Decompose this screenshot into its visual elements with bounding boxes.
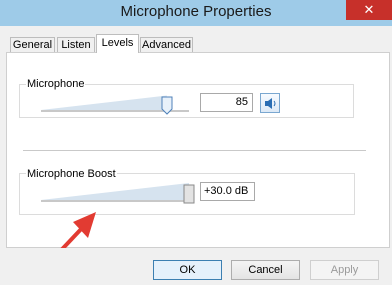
tab-listen[interactable]: Listen bbox=[57, 37, 95, 52]
close-button[interactable]: ✕ bbox=[346, 0, 392, 20]
mute-toggle-button[interactable] bbox=[260, 93, 280, 113]
tab-advanced[interactable]: Advanced bbox=[140, 37, 193, 52]
tab-general[interactable]: General bbox=[10, 37, 55, 52]
tab-strip: General Listen Levels Advanced bbox=[0, 26, 392, 53]
microphone-slider-thumb[interactable] bbox=[161, 96, 173, 115]
ok-button[interactable]: OK bbox=[153, 260, 222, 280]
cancel-button[interactable]: Cancel bbox=[231, 260, 300, 280]
close-icon: ✕ bbox=[363, 2, 375, 17]
dialog-footer: OK Cancel Apply bbox=[0, 248, 392, 285]
title-bar: Microphone Properties ✕ bbox=[0, 0, 392, 26]
microphone-boost-label: Microphone Boost bbox=[26, 168, 117, 181]
boost-slider-fill bbox=[41, 183, 189, 200]
microphone-label: Microphone bbox=[26, 78, 86, 91]
section-divider bbox=[23, 150, 366, 151]
apply-button[interactable]: Apply bbox=[310, 260, 379, 280]
boost-level-field: +30.0 dB bbox=[200, 182, 255, 201]
microphone-level-field[interactable]: 85 bbox=[200, 93, 253, 112]
speaker-icon bbox=[265, 98, 276, 109]
window-title: Microphone Properties bbox=[120, 3, 272, 20]
boost-slider-thumb[interactable] bbox=[183, 184, 195, 204]
tab-levels[interactable]: Levels bbox=[96, 34, 139, 53]
